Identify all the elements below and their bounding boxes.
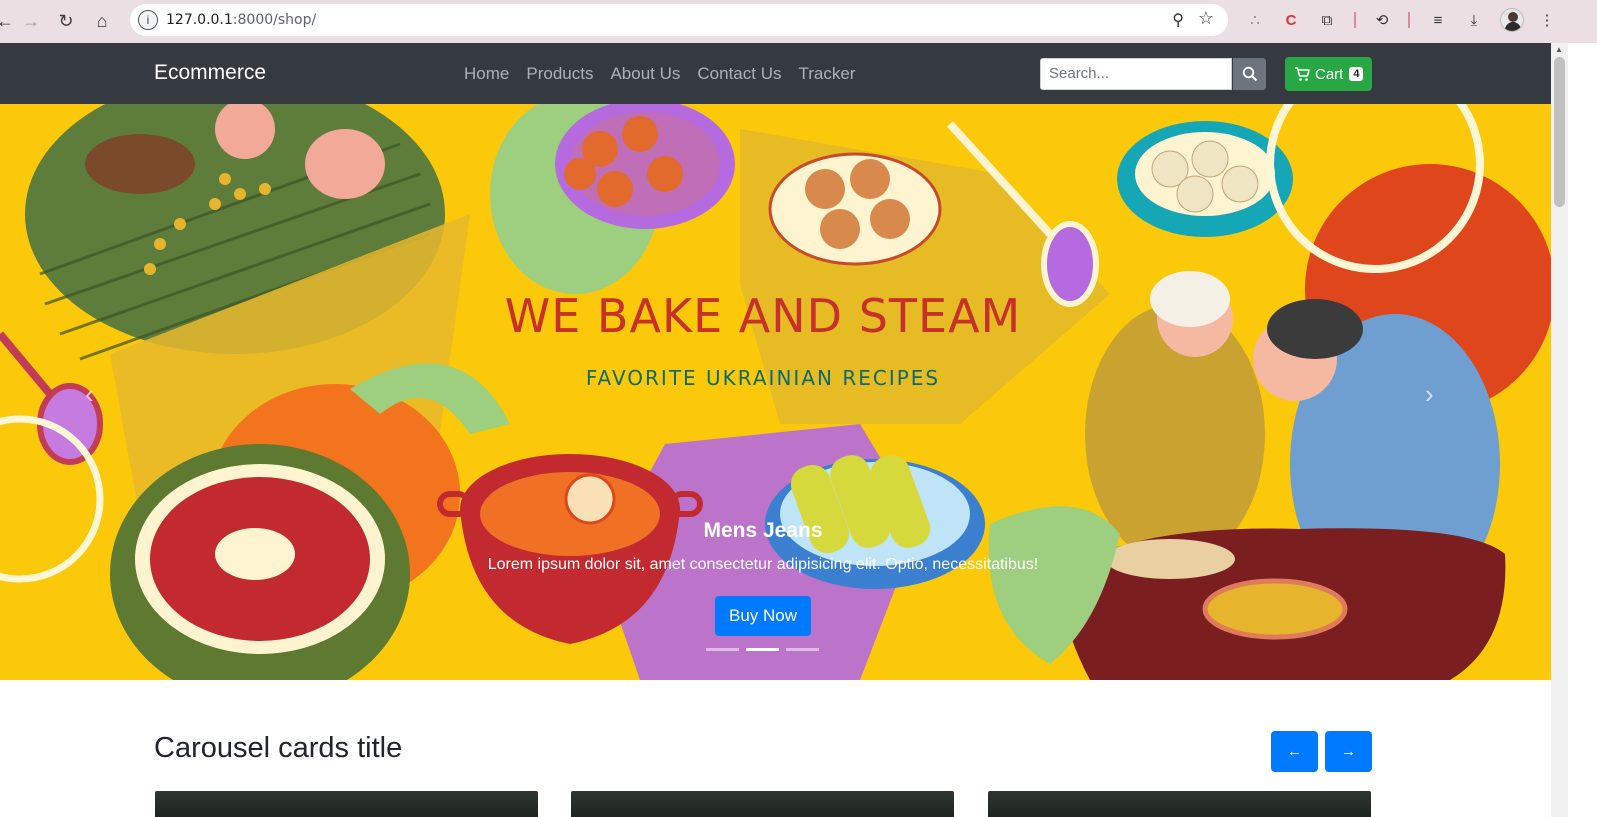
cart-count-badge: 4 — [1349, 67, 1364, 81]
search-icon — [1242, 66, 1257, 82]
carousel-indicators — [706, 648, 819, 651]
history-icon[interactable]: ⟲ — [1371, 9, 1393, 31]
hero-illustration — [0, 104, 1551, 680]
nav-links: Home Products About Us Contact Us Tracke… — [464, 64, 872, 84]
url-path: :8000/shop/ — [232, 12, 317, 28]
carousel-indicator[interactable] — [706, 648, 739, 651]
banner-subtitle: FAVORITE UKRAINIAN RECIPES — [585, 366, 941, 390]
cart-label: Cart — [1315, 65, 1344, 83]
cart-button[interactable]: Cart 4 — [1285, 57, 1372, 91]
nav-link-about[interactable]: About Us — [610, 64, 680, 84]
url-host: 127.0.0.1 — [166, 12, 233, 28]
zoom-icon[interactable]: ⚲ — [1172, 10, 1184, 30]
download-icon[interactable]: ⤓ — [1463, 9, 1485, 31]
carousel-indicator[interactable] — [786, 648, 819, 651]
address-bar[interactable]: i 127.0.0.1:8000/shop/ ⚲ ☆ — [130, 4, 1228, 36]
extension-c-icon[interactable]: C — [1280, 9, 1302, 31]
forward-icon[interactable]: → — [18, 8, 44, 34]
bookmark-star-icon[interactable]: ☆ — [1198, 8, 1214, 29]
site-info-icon[interactable]: i — [138, 10, 158, 30]
extensions-puzzle-icon[interactable]: ⧉ — [1316, 9, 1338, 31]
home-icon[interactable]: ⌂ — [89, 8, 115, 34]
carousel-next-icon[interactable]: › — [1425, 379, 1434, 410]
cart-icon — [1295, 66, 1310, 81]
carousel-prev-icon[interactable]: ‹ — [85, 379, 94, 410]
nav-link-home[interactable]: Home — [464, 64, 509, 84]
product-card-image[interactable] — [155, 791, 538, 817]
browser-toolbar: ← → ↻ ⌂ i 127.0.0.1:8000/shop/ ⚲ ☆ ∴ C ⧉… — [0, 0, 1597, 43]
search-button[interactable] — [1233, 58, 1266, 90]
nav-link-products[interactable]: Products — [526, 64, 593, 84]
nav-link-tracker[interactable]: Tracker — [798, 64, 855, 84]
banner-title: WE BAKE AND STEAM — [504, 289, 1022, 343]
toolbar-separator — [1354, 12, 1356, 28]
scroll-up-icon[interactable]: ▲ — [1555, 45, 1563, 54]
cards-prev-button[interactable]: ← — [1271, 731, 1318, 772]
nav-link-contact[interactable]: Contact Us — [697, 64, 781, 84]
product-card-image[interactable] — [571, 791, 954, 817]
toolbar-separator — [1408, 12, 1410, 28]
extension-icon[interactable]: ∴ — [1244, 9, 1266, 31]
reading-list-icon[interactable]: ≡ — [1427, 9, 1449, 31]
arrow-right-icon: → — [1341, 743, 1356, 760]
buy-now-button[interactable]: Buy Now — [715, 596, 811, 636]
scrollbar-thumb[interactable] — [1554, 57, 1565, 207]
url-text[interactable]: 127.0.0.1:8000/shop/ — [166, 12, 316, 28]
search-input[interactable]: Search... — [1040, 58, 1232, 90]
reload-icon[interactable]: ↻ — [53, 8, 79, 34]
page-scrollbar[interactable]: ▲ — [1551, 43, 1568, 817]
carousel-indicator-active[interactable] — [746, 648, 779, 651]
profile-avatar[interactable] — [1500, 8, 1524, 32]
hero-carousel: WE BAKE AND STEAM FAVORITE UKRAINIAN REC… — [0, 104, 1551, 680]
back-icon[interactable]: ← — [0, 8, 18, 34]
section-title: Carousel cards title — [154, 732, 403, 764]
site-navbar: Ecommerce Home Products About Us Contact… — [0, 43, 1551, 104]
cards-next-button[interactable]: → — [1325, 731, 1372, 772]
menu-kebab-icon[interactable]: ⋮ — [1536, 9, 1558, 31]
slide-caption-title: Mens Jeans — [703, 519, 823, 542]
arrow-left-icon: ← — [1287, 743, 1302, 760]
slide-caption-text: Lorem ipsum dolor sit, amet consectetur … — [487, 556, 1039, 573]
product-card-image[interactable] — [988, 791, 1371, 817]
brand-logo[interactable]: Ecommerce — [154, 61, 266, 85]
